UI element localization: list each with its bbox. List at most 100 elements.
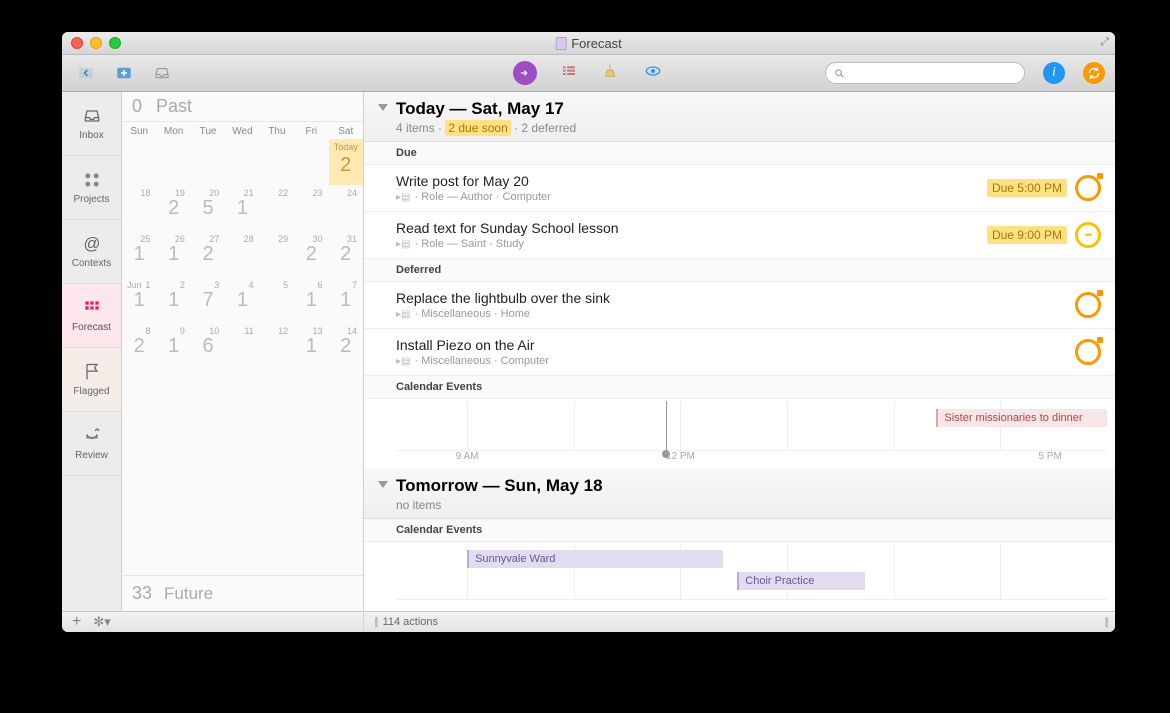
- calendar-event[interactable]: Sunnyvale Ward: [467, 550, 723, 568]
- disclosure-triangle-icon[interactable]: [378, 104, 388, 111]
- sidebar-item-contexts[interactable]: @ Contexts: [62, 220, 121, 284]
- inbox-toolbar-icon[interactable]: [148, 61, 176, 85]
- completion-circle[interactable]: [1075, 175, 1101, 201]
- calendar-day[interactable]: 142: [329, 323, 363, 369]
- future-label: Future: [164, 584, 213, 604]
- task-meta: ▸▤ · Role — Author · Computer: [396, 191, 987, 203]
- search-field[interactable]: [825, 62, 1025, 84]
- calendar-event[interactable]: Sister missionaries to dinner: [936, 409, 1107, 427]
- due-badge: Due 9:00 PM: [987, 226, 1067, 244]
- calendar-day[interactable]: 205: [191, 185, 225, 231]
- add-button[interactable]: [110, 61, 138, 85]
- past-row[interactable]: 0 Past: [122, 92, 363, 122]
- task-row[interactable]: Read text for Sunday School lesson▸▤ · R…: [364, 212, 1115, 259]
- task-row[interactable]: Replace the lightbulb over the sink▸▤ · …: [364, 282, 1115, 329]
- calendar-day[interactable]: 29: [260, 231, 294, 277]
- calendar-day[interactable]: 71: [329, 277, 363, 323]
- today-title: Today — Sat, May 17: [396, 99, 1101, 119]
- calendar-day[interactable]: [260, 139, 294, 185]
- action-menu-button[interactable]: ✻▾: [93, 614, 110, 630]
- tomorrow-header[interactable]: Tomorrow — Sun, May 18 no items: [364, 469, 1115, 519]
- list-view-icon[interactable]: [559, 63, 579, 84]
- sidebar-label: Review: [75, 450, 108, 461]
- calendar-day[interactable]: 22: [260, 185, 294, 231]
- sidebar-item-flagged[interactable]: Flagged: [62, 348, 121, 412]
- calendar-day[interactable]: 211: [225, 185, 259, 231]
- grip-icon[interactable]: |||: [1104, 616, 1115, 628]
- sync-button[interactable]: [1083, 62, 1105, 84]
- window-title-text: Forecast: [571, 36, 622, 51]
- calendar-day[interactable]: 28: [225, 231, 259, 277]
- task-title: Install Piezo on the Air: [396, 337, 1075, 353]
- calendar-day[interactable]: 61: [294, 277, 328, 323]
- calendar-day[interactable]: Jun11: [122, 277, 156, 323]
- calendar-day[interactable]: 23: [294, 185, 328, 231]
- sidebar-label: Inbox: [79, 130, 103, 141]
- sidebar-item-review[interactable]: Review: [62, 412, 121, 476]
- calendar-day[interactable]: [156, 139, 190, 185]
- due-subheader: Due: [364, 142, 1115, 165]
- today-meta: 4 items · 2 due soon · 2 deferred: [396, 121, 1101, 135]
- calendar-day[interactable]: 5: [260, 277, 294, 323]
- calendar-day[interactable]: Today2: [329, 139, 363, 185]
- calendar-day[interactable]: 11: [225, 323, 259, 369]
- calendar-day[interactable]: [294, 139, 328, 185]
- day-of-week-header: Sun Mon Tue Wed Thu Fri Sat: [122, 122, 363, 139]
- due-badge: Due 5:00 PM: [987, 179, 1067, 197]
- calendar-day[interactable]: 24: [329, 185, 363, 231]
- disclosure-triangle-icon[interactable]: [378, 481, 388, 488]
- sidebar-item-forecast[interactable]: Forecast: [62, 284, 121, 348]
- calendar-day[interactable]: 272: [191, 231, 225, 277]
- sidebar-label: Forecast: [72, 322, 111, 333]
- calendar-day[interactable]: 41: [225, 277, 259, 323]
- calendar-day[interactable]: 82: [122, 323, 156, 369]
- today-header[interactable]: Today — Sat, May 17 4 items · 2 due soon…: [364, 92, 1115, 142]
- perspective-sidebar: Inbox Projects @ Contexts Forecast Flagg…: [62, 92, 122, 611]
- close-window-button[interactable]: [71, 37, 83, 49]
- sidebar-label: Flagged: [73, 386, 109, 397]
- zoom-window-button[interactable]: [109, 37, 121, 49]
- calendar-column: 0 Past Sun Mon Tue Wed Thu Fri Sat Today…: [122, 92, 364, 611]
- calendar-day[interactable]: 21: [156, 277, 190, 323]
- deferred-subheader: Deferred: [364, 259, 1115, 282]
- calendar-day[interactable]: 18: [122, 185, 156, 231]
- sidebar-item-projects[interactable]: Projects: [62, 156, 121, 220]
- calendar-day[interactable]: 302: [294, 231, 328, 277]
- sidebar-item-inbox[interactable]: Inbox: [62, 92, 121, 156]
- back-button[interactable]: [72, 61, 100, 85]
- completion-circle[interactable]: [1075, 292, 1101, 318]
- calendar-day[interactable]: 106: [191, 323, 225, 369]
- expand-icon[interactable]: ⤢: [1100, 36, 1109, 49]
- calendar-day[interactable]: 131: [294, 323, 328, 369]
- grip-icon[interactable]: |||: [374, 616, 377, 628]
- completion-circle[interactable]: [1075, 339, 1101, 365]
- calendar-day[interactable]: 37: [191, 277, 225, 323]
- calendar-day[interactable]: 261: [156, 231, 190, 277]
- calendar-day[interactable]: 12: [260, 323, 294, 369]
- task-title: Write post for May 20: [396, 173, 987, 189]
- search-icon: [834, 68, 845, 79]
- inspector-button[interactable]: i: [1043, 62, 1065, 84]
- calendar-day[interactable]: 91: [156, 323, 190, 369]
- view-options-icon[interactable]: [641, 63, 665, 84]
- task-title: Replace the lightbulb over the sink: [396, 290, 1075, 306]
- today-section: Today — Sat, May 17 4 items · 2 due soon…: [364, 92, 1115, 469]
- calendar-event[interactable]: Choir Practice: [737, 572, 865, 590]
- future-row[interactable]: 33 Future: [122, 575, 363, 611]
- calendar-day[interactable]: [122, 139, 156, 185]
- task-row[interactable]: Install Piezo on the Air▸▤ · Miscellaneo…: [364, 329, 1115, 376]
- task-row[interactable]: Write post for May 20 ▸▤ · Role — Author …: [364, 165, 1115, 212]
- calendar-day[interactable]: [225, 139, 259, 185]
- cleanup-icon[interactable]: [601, 61, 619, 86]
- calendar-day[interactable]: [191, 139, 225, 185]
- svg-text:@: @: [83, 234, 100, 253]
- past-label: Past: [156, 96, 192, 117]
- calendar-day[interactable]: 312: [329, 231, 363, 277]
- minimize-window-button[interactable]: [90, 37, 102, 49]
- quick-entry-icon[interactable]: [513, 61, 537, 85]
- calendar-day[interactable]: 192: [156, 185, 190, 231]
- calendar-day[interactable]: 251: [122, 231, 156, 277]
- tomorrow-timeline: Sunnyvale Ward Choir Practice: [396, 544, 1107, 600]
- add-item-button[interactable]: +: [72, 613, 81, 631]
- completion-circle[interactable]: [1075, 222, 1101, 248]
